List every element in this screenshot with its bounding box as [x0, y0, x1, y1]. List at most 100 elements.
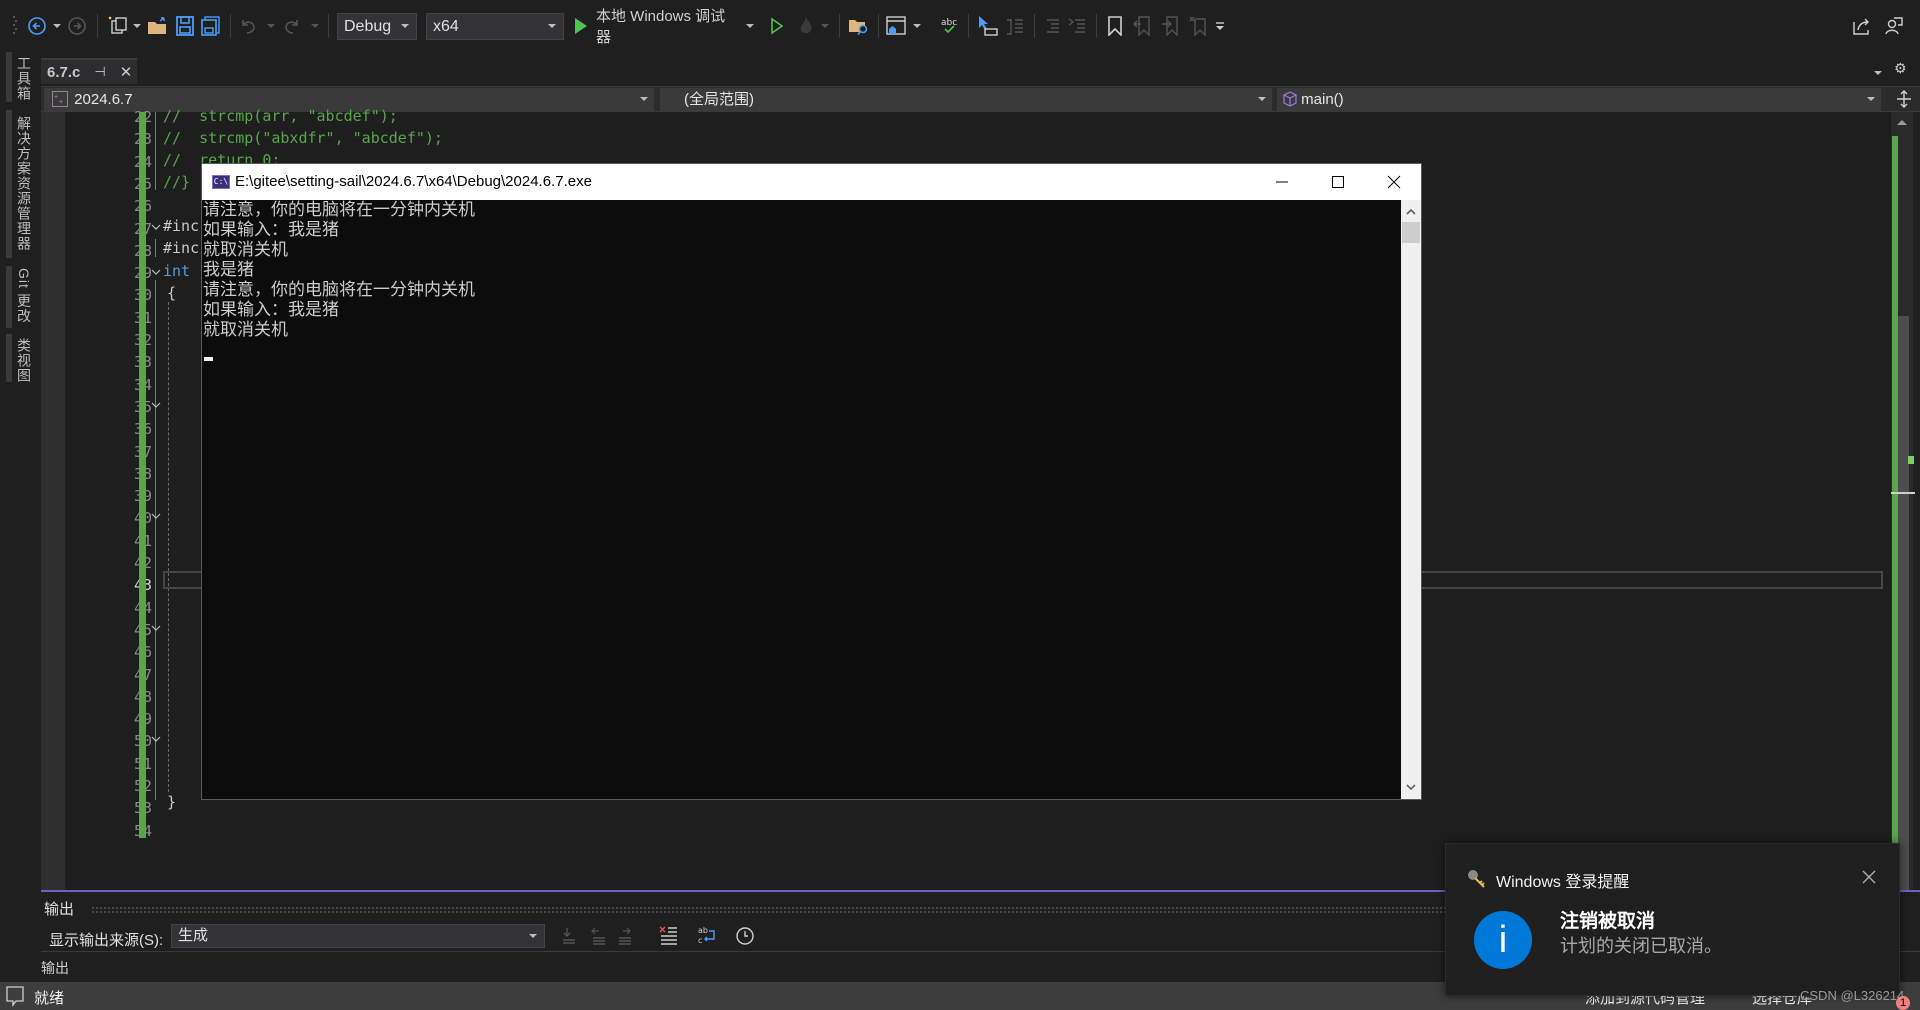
navigate-forward-icon — [66, 12, 88, 40]
open-file-icon[interactable] — [146, 12, 170, 40]
windows-notification-toast[interactable]: Windows 登录提醒 i 注销被取消 计划的关闭已取消。 — [1445, 843, 1900, 996]
panel-drag-grip[interactable] — [91, 906, 1486, 913]
start-debugging-icon[interactable] — [572, 12, 590, 40]
side-tab-toolbox[interactable]: 工具箱 — [14, 56, 34, 101]
console-scrollbar-thumb[interactable] — [1402, 222, 1420, 243]
code-line-28: #inc — [163, 239, 200, 257]
output-source-label: 显示输出来源(S): — [49, 932, 164, 949]
select-element-icon[interactable] — [976, 12, 1000, 40]
code-line-25: //} — [163, 173, 191, 191]
side-tab-git-changes[interactable]: Git 更改 — [14, 268, 34, 324]
timestamp-clock-icon[interactable] — [735, 925, 755, 952]
outline-guide — [155, 239, 156, 257]
step-into-specific-icon — [1004, 12, 1026, 40]
watermark: CSDN @L326214 — [1800, 988, 1905, 1003]
change-tracking-bar — [139, 112, 146, 838]
navigate-back-icon[interactable] — [26, 12, 48, 40]
save-all-icon[interactable] — [200, 12, 222, 40]
find-in-files-icon[interactable] — [847, 12, 871, 40]
side-tab-solution-explorer[interactable]: 解决方案资源管理器 — [14, 116, 34, 251]
console-title: E:\gitee\setting-sail\2024.6.7\x64\Debug… — [235, 173, 592, 190]
member-value: main() — [1301, 91, 1344, 108]
member-dropdown[interactable]: main() — [1277, 88, 1881, 111]
console-line: 就取消关机 — [203, 240, 288, 260]
document-tab-name: 6.7.c — [47, 63, 81, 81]
tool-window-strip: 工具箱 解决方案资源管理器 Git 更改 类视图 — [0, 52, 32, 982]
console-window[interactable]: C:\ E:\gitee\setting-sail\2024.6.7\x64\D… — [201, 163, 1422, 800]
collapse-chevron-icon[interactable] — [151, 222, 161, 232]
method-cube-icon — [1283, 91, 1297, 107]
output-source-value: 生成 — [178, 927, 209, 944]
scroll-down-arrow-icon — [1406, 784, 1416, 791]
startup-window-icon[interactable] — [884, 12, 908, 40]
output-tab-label[interactable]: 输出 — [41, 958, 69, 978]
scrollbar-marker — [1908, 456, 1914, 464]
console-output[interactable]: 请注意，你的电脑将在一分钟内关机 如果输入：我是猪 就取消关机 我是猪 请注意，… — [202, 200, 1400, 799]
close-button[interactable] — [1366, 164, 1422, 200]
c-file-icon: ++ — [52, 91, 68, 107]
save-icon[interactable] — [174, 12, 196, 40]
scrollbar-thumb[interactable] — [1898, 316, 1909, 890]
toolbar-overflow-dropdown[interactable] — [912, 12, 922, 40]
side-tab-indicator — [6, 52, 12, 102]
next-message-icon — [615, 926, 635, 951]
scope-dropdown[interactable]: (全局范围) — [660, 88, 1272, 111]
spell-check-icon[interactable]: abc — [940, 12, 960, 40]
start-without-debugging-icon[interactable] — [768, 12, 786, 40]
output-panel-title: 输出 — [44, 901, 75, 918]
close-icon — [1387, 175, 1401, 189]
minimize-button[interactable] — [1254, 164, 1310, 200]
solution-config-dropdown[interactable]: Debug — [337, 13, 417, 40]
console-line: 如果输入：我是猪 — [203, 220, 339, 240]
new-project-dropdown[interactable] — [132, 12, 142, 40]
code-line-29: int — [163, 262, 191, 280]
pin-icon[interactable]: ⊣ — [94, 64, 105, 80]
collapse-chevron-icon[interactable] — [151, 734, 161, 744]
maximize-button[interactable] — [1310, 164, 1366, 200]
output-source-dropdown[interactable]: 生成 — [171, 924, 545, 948]
collapse-chevron-icon[interactable] — [151, 400, 161, 410]
start-debugging-button[interactable]: 本地 Windows 调试器 — [596, 8, 754, 46]
outline-guide — [155, 280, 156, 800]
toast-heading: 注销被取消 — [1560, 911, 1656, 932]
console-line: 请注意，你的电脑将在一分钟内关机 — [203, 200, 475, 220]
clear-all-icon[interactable] — [659, 925, 679, 952]
new-project-icon[interactable] — [105, 12, 129, 40]
run-label: 本地 Windows 调试器 — [596, 8, 726, 46]
settings-gear-icon[interactable]: ⚙ — [1894, 60, 1907, 77]
hot-reload-dropdown — [820, 12, 830, 40]
side-tab-indicator — [6, 110, 12, 258]
navigate-back-dropdown[interactable] — [52, 12, 62, 40]
scope-value: (全局范围) — [684, 91, 754, 108]
svg-text:c: c — [698, 936, 702, 945]
editor-vertical-scrollbar[interactable] — [1891, 112, 1915, 890]
side-tab-class-view[interactable]: 类视图 — [14, 338, 34, 383]
console-scrollbar[interactable] — [1401, 200, 1421, 799]
outdent-icon — [1040, 12, 1062, 40]
notification-count-badge[interactable]: 1 — [1896, 996, 1910, 1010]
console-title-bar[interactable]: C:\ E:\gitee\setting-sail\2024.6.7\x64\D… — [202, 164, 1421, 200]
console-line: 我是猪 — [203, 260, 254, 280]
scroll-up-arrow-icon[interactable] — [1897, 120, 1907, 125]
document-tab[interactable]: 6.7.c ⊣ ✕ — [41, 58, 137, 84]
toolbar-options-dropdown[interactable] — [1214, 12, 1226, 40]
collapse-chevron-icon[interactable] — [151, 267, 161, 277]
tab-list-dropdown[interactable] — [1874, 62, 1882, 78]
split-editor-icon[interactable] — [1895, 89, 1915, 109]
bookmark-icon[interactable] — [1104, 12, 1126, 40]
collapse-chevron-icon[interactable] — [151, 623, 161, 633]
console-app-icon: C:\ — [212, 175, 230, 189]
feedback-icon[interactable] — [1882, 12, 1906, 40]
svg-text:abc: abc — [941, 18, 957, 28]
word-wrap-icon[interactable]: ab c — [697, 925, 717, 952]
toast-close-icon[interactable] — [1860, 868, 1878, 886]
platform-dropdown[interactable]: x64 — [426, 13, 564, 40]
toolbar-grip[interactable] — [12, 12, 18, 40]
console-line: 就取消关机 — [203, 320, 288, 340]
code-line-30: { — [167, 284, 177, 302]
collapse-chevron-icon[interactable] — [151, 511, 161, 521]
live-share-icon[interactable] — [1850, 12, 1874, 40]
code-line-22: // strcmp(arr, "abcdef"); — [163, 107, 398, 125]
previous-message-icon — [589, 926, 609, 951]
close-tab-icon[interactable]: ✕ — [120, 63, 133, 81]
